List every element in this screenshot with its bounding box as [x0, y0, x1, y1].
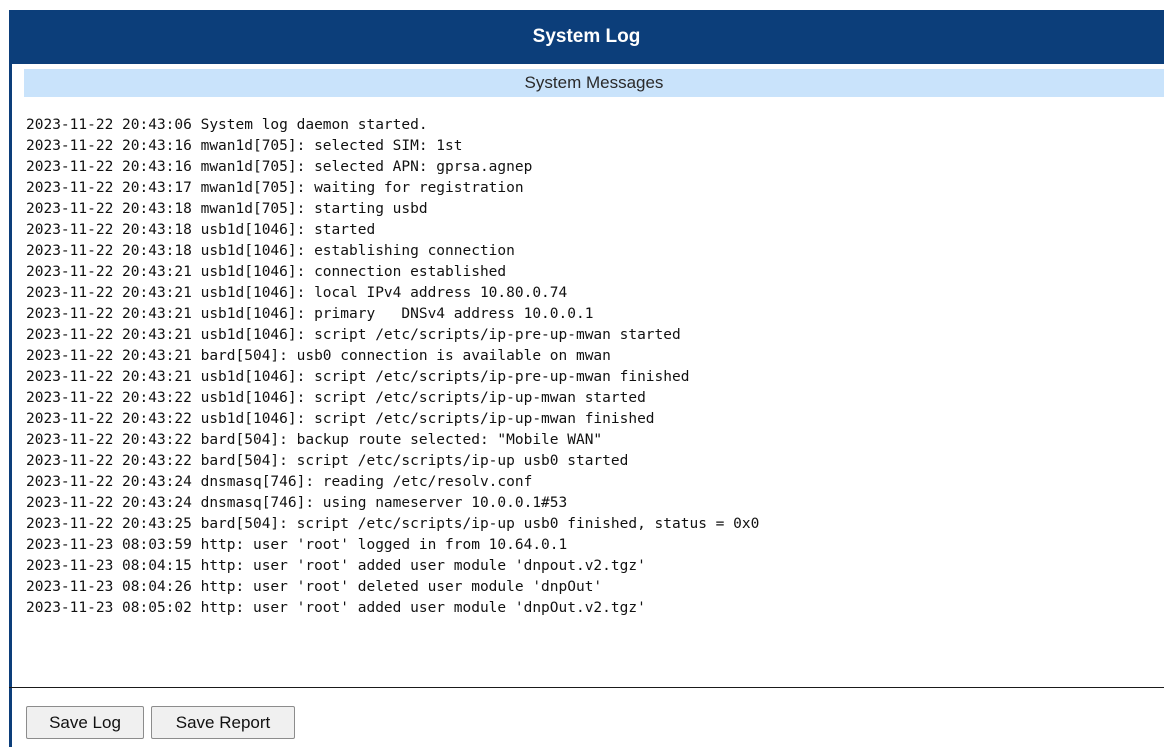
log-line: 2023-11-22 20:43:22 bard[504]: script /e… [26, 453, 629, 469]
log-line: 2023-11-22 20:43:21 usb1d[1046]: connect… [26, 264, 507, 280]
save-report-button[interactable]: Save Report [151, 706, 295, 739]
log-line: 2023-11-22 20:43:21 usb1d[1046]: primary… [26, 306, 594, 322]
log-line: 2023-11-22 20:43:21 bard[504]: usb0 conn… [26, 348, 611, 364]
log-line: 2023-11-23 08:03:59 http: user 'root' lo… [26, 537, 568, 553]
log-line: 2023-11-23 08:05:02 http: user 'root' ad… [26, 600, 646, 616]
log-line: 2023-11-22 20:43:21 usb1d[1046]: local I… [26, 285, 568, 301]
log-line: 2023-11-22 20:43:16 mwan1d[705]: selecte… [26, 138, 463, 154]
log-line: 2023-11-22 20:43:18 mwan1d[705]: startin… [26, 201, 428, 217]
footer-divider [9, 687, 1164, 688]
log-line: 2023-11-23 08:04:15 http: user 'root' ad… [26, 558, 646, 574]
system-log-text: 2023-11-22 20:43:06 System log daemon st… [26, 115, 1156, 670]
log-line: 2023-11-22 20:43:24 dnsmasq[746]: readin… [26, 474, 533, 490]
log-line: 2023-11-22 20:43:22 bard[504]: backup ro… [26, 432, 603, 448]
log-line: 2023-11-22 20:43:18 usb1d[1046]: started [26, 222, 376, 238]
left-border [9, 10, 12, 747]
log-line: 2023-11-23 08:04:26 http: user 'root' de… [26, 579, 603, 595]
system-log-page: System Log System Messages 2023-11-22 20… [0, 0, 1164, 747]
save-log-button[interactable]: Save Log [26, 706, 144, 739]
log-line: 2023-11-22 20:43:18 usb1d[1046]: establi… [26, 243, 515, 259]
log-line: 2023-11-22 20:43:21 usb1d[1046]: script … [26, 327, 681, 343]
log-line: 2023-11-22 20:43:25 bard[504]: script /e… [26, 516, 760, 532]
log-line: 2023-11-22 20:43:06 System log daemon st… [26, 117, 428, 133]
log-line: 2023-11-22 20:43:17 mwan1d[705]: waiting… [26, 180, 524, 196]
section-header-system-messages: System Messages [24, 69, 1164, 97]
log-line: 2023-11-22 20:43:24 dnsmasq[746]: using … [26, 495, 568, 511]
log-line: 2023-11-22 20:43:16 mwan1d[705]: selecte… [26, 159, 533, 175]
log-line: 2023-11-22 20:43:22 usb1d[1046]: script … [26, 390, 646, 406]
log-line: 2023-11-22 20:43:21 usb1d[1046]: script … [26, 369, 690, 385]
log-line: 2023-11-22 20:43:22 usb1d[1046]: script … [26, 411, 655, 427]
page-title: System Log [9, 10, 1164, 64]
